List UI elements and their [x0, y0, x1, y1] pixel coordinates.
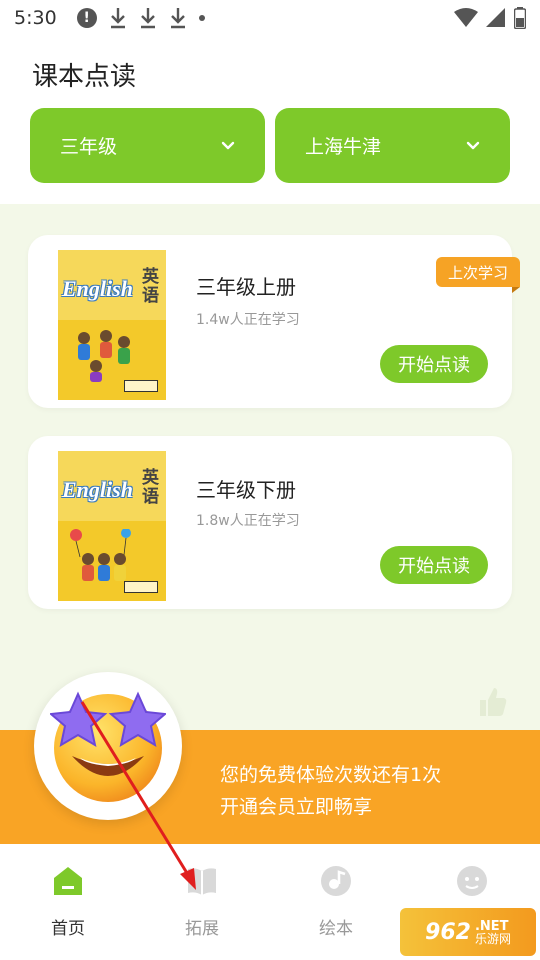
- download-icon: [170, 8, 185, 29]
- music-icon: [321, 866, 351, 896]
- cover-chinese-label: 英语: [142, 267, 159, 306]
- tab-profile[interactable]: [432, 864, 512, 914]
- alert-icon: !: [76, 8, 97, 28]
- home-icon: [54, 867, 82, 895]
- edition-selector-label: 上海牛津: [305, 136, 382, 158]
- learner-count: 1.8w人正在学习: [196, 513, 300, 529]
- watermark-site-name: 乐游网: [474, 931, 511, 946]
- download-icon: [140, 8, 155, 29]
- book-icon: [188, 868, 216, 895]
- book-card[interactable]: English 英语 三年级下册 1.8w人正在学习 开始点读: [28, 436, 512, 609]
- book-card[interactable]: English 英语 三年级上册 1.4w人正在学习 开始点读 上次学习: [28, 235, 520, 408]
- last-studied-badge: 上次学习: [436, 257, 520, 293]
- tab-home[interactable]: 首页: [28, 864, 108, 939]
- page-title: 课本点读: [32, 62, 137, 92]
- star-eyes-emoji-icon: [50, 691, 166, 802]
- site-watermark-logo: 962 .NET 乐游网: [400, 908, 536, 956]
- learner-count: 1.4w人正在学习: [196, 312, 300, 328]
- tab-label: 首页: [51, 919, 85, 939]
- chevron-down-icon: [466, 141, 480, 149]
- book-cover: English 英语: [58, 451, 166, 601]
- edition-selector[interactable]: 上海牛津: [275, 108, 510, 183]
- promo-text-line1: 您的免费体验次数还有1次: [220, 764, 442, 786]
- status-bar: 5:30 !: [0, 0, 540, 36]
- tab-picture-books[interactable]: 绘本: [296, 864, 376, 939]
- cover-illustration: [78, 330, 130, 382]
- grade-selector[interactable]: 三年级: [30, 108, 265, 183]
- status-time: 5:30: [14, 7, 57, 29]
- thumbs-up-icon: [480, 688, 507, 716]
- battery-icon: [514, 7, 526, 29]
- cover-tag: [124, 581, 158, 593]
- tab-label: 绘本: [319, 919, 353, 939]
- cover-english-label: English: [62, 477, 133, 502]
- start-reading-button[interactable]: 开始点读: [380, 546, 488, 584]
- cover-tag: [124, 380, 158, 392]
- cover-chinese-label: 英语: [142, 468, 159, 507]
- chevron-down-icon: [221, 141, 235, 149]
- cover-illustration: [70, 529, 131, 581]
- book-title: 三年级下册: [196, 478, 296, 502]
- promo-text-line2: 开通会员立即畅享: [220, 796, 373, 818]
- mascot-avatar: [34, 672, 182, 820]
- download-icon: [110, 8, 125, 29]
- grade-selector-label: 三年级: [60, 136, 118, 158]
- book-cover: English 英语: [58, 250, 166, 400]
- tab-label: 拓展: [185, 919, 219, 939]
- watermark-net: .NET: [474, 918, 509, 934]
- selector-row: 三年级 上海牛津: [30, 108, 510, 183]
- profile-icon: [457, 866, 487, 896]
- book-title: 三年级上册: [196, 275, 296, 299]
- cover-english-label: English: [62, 276, 133, 301]
- notification-dot-icon: [198, 15, 205, 21]
- signal-icon: [486, 8, 505, 27]
- start-reading-button[interactable]: 开始点读: [380, 345, 488, 383]
- watermark-number: 962: [425, 919, 471, 945]
- wifi-icon: [454, 8, 478, 27]
- tab-explore[interactable]: 拓展: [162, 864, 242, 939]
